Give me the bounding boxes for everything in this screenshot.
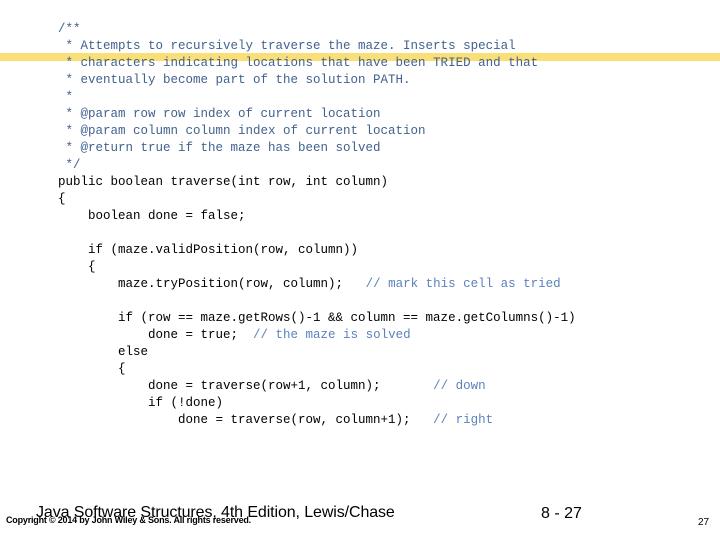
code-token-source: boolean done = false; <box>58 209 246 223</box>
code-token-inline-comment: // the maze is solved <box>253 328 411 342</box>
slide-canvas: /** * Attempts to recursively traverse t… <box>0 0 720 540</box>
footer-book-title: Java Software Structures, 4th Edition, L… <box>36 504 395 521</box>
code-token-source: { <box>58 192 66 206</box>
code-token-comment: * Attempts to recursively traverse the m… <box>58 39 516 53</box>
code-line: done = traverse(row+1, column); // down <box>58 378 718 395</box>
code-token-comment: * @param row row index of current locati… <box>58 107 381 121</box>
code-token-comment: * @return true if the maze has been solv… <box>58 141 381 155</box>
code-listing: /** * Attempts to recursively traverse t… <box>58 21 718 429</box>
code-line: if (maze.validPosition(row, column)) <box>58 242 718 259</box>
code-token-source: done = traverse(row, column+1); <box>58 413 434 427</box>
code-token-source: if (!done) <box>58 396 224 410</box>
code-token-inline-comment: // down <box>433 379 486 393</box>
code-line: */ <box>58 157 718 174</box>
code-line: /** <box>58 21 718 38</box>
code-line: public boolean traverse(int row, int col… <box>58 174 718 191</box>
code-token-source: if (row == maze.getRows()-1 && column ==… <box>58 311 576 325</box>
code-token-inline-comment: // mark this cell as tried <box>365 277 561 291</box>
code-line: { <box>58 259 718 276</box>
code-line: done = traverse(row, column+1); // right <box>58 412 718 429</box>
code-line: * @param column column index of current … <box>58 123 718 140</box>
code-token-source: maze.tryPosition(row, column); <box>58 277 366 291</box>
code-line: * characters indicating locations that h… <box>58 55 718 72</box>
code-token-comment: * @param column column index of current … <box>58 124 426 138</box>
footer-page-number: 27 <box>698 517 710 528</box>
code-line: * <box>58 89 718 106</box>
code-line: done = true; // the maze is solved <box>58 327 718 344</box>
code-token-comment: */ <box>58 158 81 172</box>
code-token-source: done = traverse(row+1, column); <box>58 379 434 393</box>
code-line: boolean done = false; <box>58 208 718 225</box>
code-token-source: done = true; <box>58 328 254 342</box>
code-line: if (row == maze.getRows()-1 && column ==… <box>58 310 718 327</box>
code-token-comment: /** <box>58 22 81 36</box>
code-line: { <box>58 361 718 378</box>
code-line: maze.tryPosition(row, column); // mark t… <box>58 276 718 293</box>
code-token-source: { <box>58 260 96 274</box>
code-line: * eventually become part of the solution… <box>58 72 718 89</box>
code-token-source: else <box>58 345 149 359</box>
code-line: if (!done) <box>58 395 718 412</box>
code-token-comment: * <box>58 90 74 104</box>
code-line: else <box>58 344 718 361</box>
code-token-source: public boolean traverse(int row, int col… <box>58 175 389 189</box>
code-line: * @return true if the maze has been solv… <box>58 140 718 157</box>
slide-footer: Copyright © 2014 by John Wiley & Sons. A… <box>0 498 720 540</box>
code-token-comment: * characters indicating locations that h… <box>58 56 539 70</box>
code-token-inline-comment: // right <box>433 413 494 427</box>
code-token-comment: * eventually become part of the solution… <box>58 73 411 87</box>
code-line: * @param row row index of current locati… <box>58 106 718 123</box>
footer-section-number: 8 - 27 <box>541 505 582 522</box>
code-line: * Attempts to recursively traverse the m… <box>58 38 718 55</box>
code-token-source: if (maze.validPosition(row, column)) <box>58 243 359 257</box>
code-token-source: { <box>58 362 126 376</box>
code-line: { <box>58 191 718 208</box>
